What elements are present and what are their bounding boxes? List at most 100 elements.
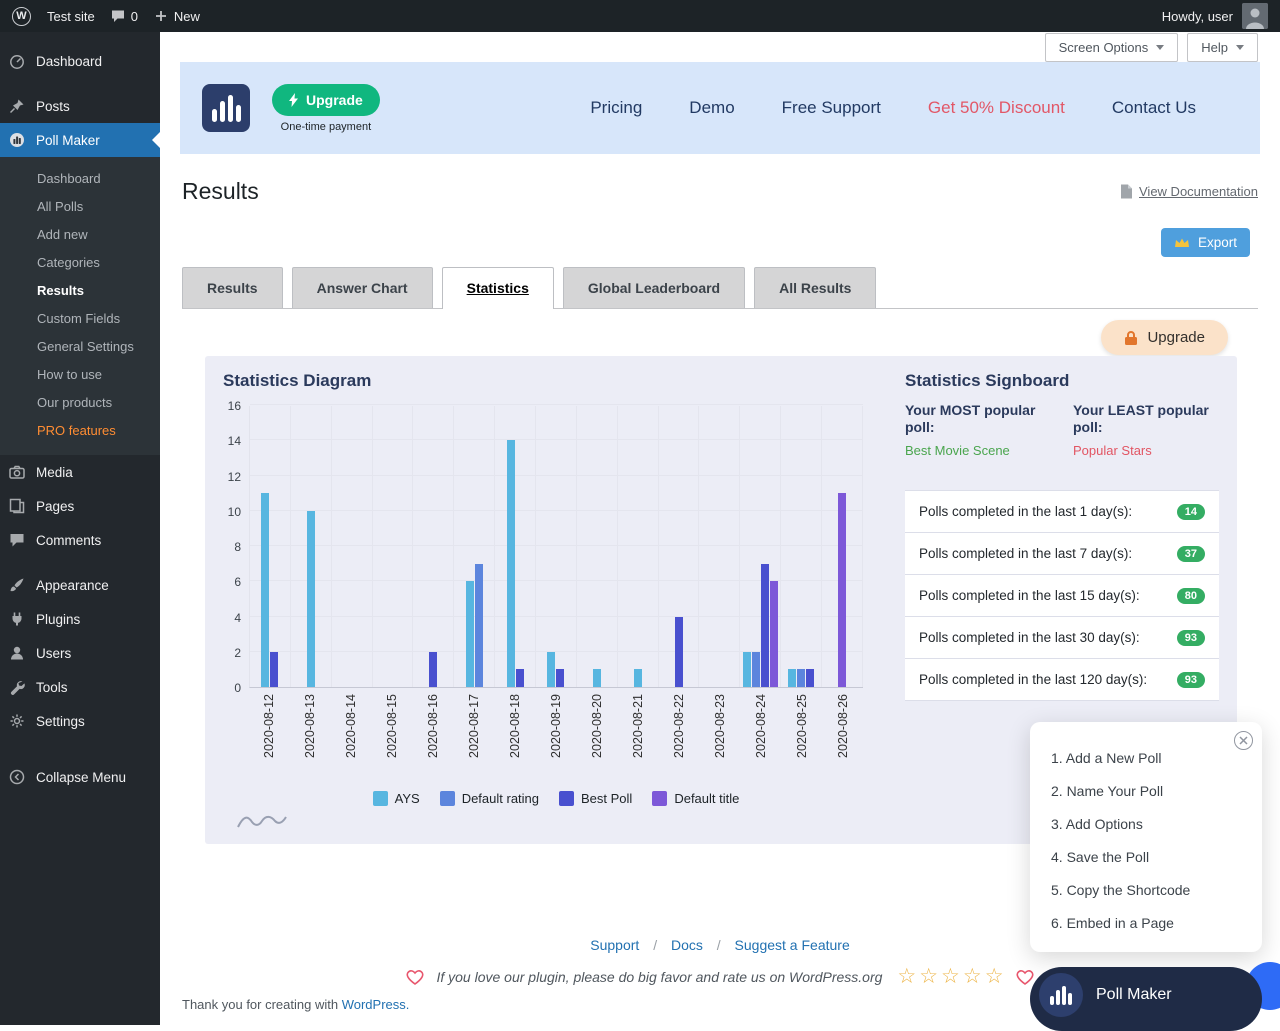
checklist-item[interactable]: 3. Add Options [1051,808,1262,841]
star-icon[interactable]: ☆ [963,966,982,988]
sidebar-item-collapse-menu[interactable]: Collapse Menu [0,760,160,794]
signboard-row-label: Polls completed in the last 15 day(s): [919,588,1140,603]
x-axis-label: 2020-08-23 [713,694,727,758]
x-axis-label: 2020-08-18 [508,694,522,758]
submenu-item-categories[interactable]: Categories [0,249,160,277]
gridline [250,404,863,405]
admin-sidebar: Dashboard Posts Poll Maker Dashboard All… [0,32,160,1025]
nav-link-pricing[interactable]: Pricing [590,98,642,118]
page-header: Results View Documentation [182,176,1258,206]
sidebar-item-appearance[interactable]: Appearance [0,568,160,602]
count-badge: 80 [1177,588,1205,604]
user-icon [8,644,26,662]
star-icon[interactable]: ☆ [985,966,1004,988]
close-icon[interactable] [1234,731,1253,750]
x-axis-label: 2020-08-26 [836,694,850,758]
export-button[interactable]: Export [1161,228,1250,257]
view-documentation-link[interactable]: View Documentation [1120,184,1258,199]
sidebar-item-pages[interactable]: Pages [0,489,160,523]
bar-default-title [770,581,778,687]
wordpress-logo-icon[interactable]: W [12,7,31,26]
sidebar-item-dashboard[interactable]: Dashboard [0,44,160,78]
submenu-item-dashboard[interactable]: Dashboard [0,165,160,193]
chart-category-slot [699,406,740,687]
tab-answer-chart[interactable]: Answer Chart [292,267,433,308]
nav-link-demo[interactable]: Demo [689,98,734,118]
bar-ays [466,581,474,687]
sidebar-item-tools[interactable]: Tools [0,670,160,704]
checklist-item[interactable]: 4. Save the Poll [1051,841,1262,874]
chart-y-axis: 0246810121416 [223,406,249,688]
submenu-item-our-products[interactable]: Our products [0,389,160,417]
count-badge: 93 [1177,672,1205,688]
collapse-arrow-icon [8,768,26,786]
checklist-item[interactable]: 6. Embed in a Page [1051,907,1262,940]
sidebar-item-poll-maker[interactable]: Poll Maker [0,123,160,157]
suggest-feature-link[interactable]: Suggest a Feature [735,937,850,953]
howdy-link[interactable]: Howdy, user [1162,9,1233,24]
support-link[interactable]: Support [590,937,639,953]
help-button[interactable]: Help [1187,33,1258,62]
rating-stars: ☆☆☆☆☆ [897,966,1003,988]
poll-maker-widget-button[interactable]: Poll Maker [1030,967,1262,1031]
bar-best-poll [675,617,683,688]
sidebar-item-comments[interactable]: Comments [0,523,160,557]
tab-all-results[interactable]: All Results [754,267,876,308]
wordpress-link[interactable]: WordPress. [342,997,410,1012]
star-icon[interactable]: ☆ [897,966,916,988]
upgrade-pill-button[interactable]: Upgrade [1101,320,1228,355]
chart-category-slot [822,406,863,687]
export-row: Export [160,228,1250,258]
menu-label: Settings [36,714,85,729]
submenu-item-general-settings[interactable]: General Settings [0,333,160,361]
new-content-button[interactable]: New [154,9,200,24]
tab-global-leaderboard[interactable]: Global Leaderboard [563,267,745,308]
sidebar-item-posts[interactable]: Posts [0,89,160,123]
nav-link-free-support[interactable]: Free Support [782,98,881,118]
sidebar-item-settings[interactable]: Settings [0,704,160,738]
y-axis-tick: 12 [228,469,241,485]
checklist-item[interactable]: 2. Name Your Poll [1051,775,1262,808]
bar-ays [743,652,751,687]
menu-label: Pages [36,499,74,514]
submenu-item-pro-features[interactable]: PRO features [0,417,160,445]
comments-shortcut[interactable]: 0 [111,9,138,24]
y-axis-tick: 10 [228,504,241,520]
avatar[interactable] [1242,3,1268,29]
upgrade-button[interactable]: Upgrade [272,84,380,116]
star-icon[interactable]: ☆ [941,966,960,988]
tab-statistics[interactable]: Statistics [442,267,554,309]
legend-swatch [559,791,574,806]
sidebar-item-media[interactable]: Media [0,455,160,489]
screen-options-button[interactable]: Screen Options [1045,33,1179,62]
submenu-item-results[interactable]: Results [0,277,160,305]
y-axis-tick: 14 [228,433,241,449]
signboard-row: Polls completed in the last 30 day(s):93 [905,617,1219,659]
menu-label: Poll Maker [36,133,100,148]
submenu-item-how-to-use[interactable]: How to use [0,361,160,389]
chart-legend: AYSDefault ratingBest PollDefault title [249,788,863,808]
bar-ays [593,669,601,687]
tab-results[interactable]: Results [182,267,283,308]
docs-link[interactable]: Docs [671,937,703,953]
checklist-item[interactable]: 1. Add a New Poll [1051,742,1262,775]
submenu-item-all-polls[interactable]: All Polls [0,193,160,221]
bar-default-rating [752,652,760,687]
count-badge: 37 [1177,546,1205,562]
checklist-item[interactable]: 5. Copy the Shortcode [1051,874,1262,907]
nav-link-contact-us[interactable]: Contact Us [1112,98,1196,118]
star-icon[interactable]: ☆ [919,966,938,988]
sidebar-item-users[interactable]: Users [0,636,160,670]
x-axis-label: 2020-08-19 [549,694,563,758]
submenu-item-add-new[interactable]: Add new [0,221,160,249]
sidebar-item-plugins[interactable]: Plugins [0,602,160,636]
site-name-link[interactable]: Test site [47,9,95,24]
export-label: Export [1198,235,1237,250]
bar-ays [788,669,796,687]
nav-link-discount[interactable]: Get 50% Discount [928,98,1065,118]
dashboard-icon [8,52,26,70]
menu-label: Media [36,465,73,480]
submenu-item-custom-fields[interactable]: Custom Fields [0,305,160,333]
legend-swatch [440,791,455,806]
signboard-row: Polls completed in the last 15 day(s): 80 [905,575,1219,617]
